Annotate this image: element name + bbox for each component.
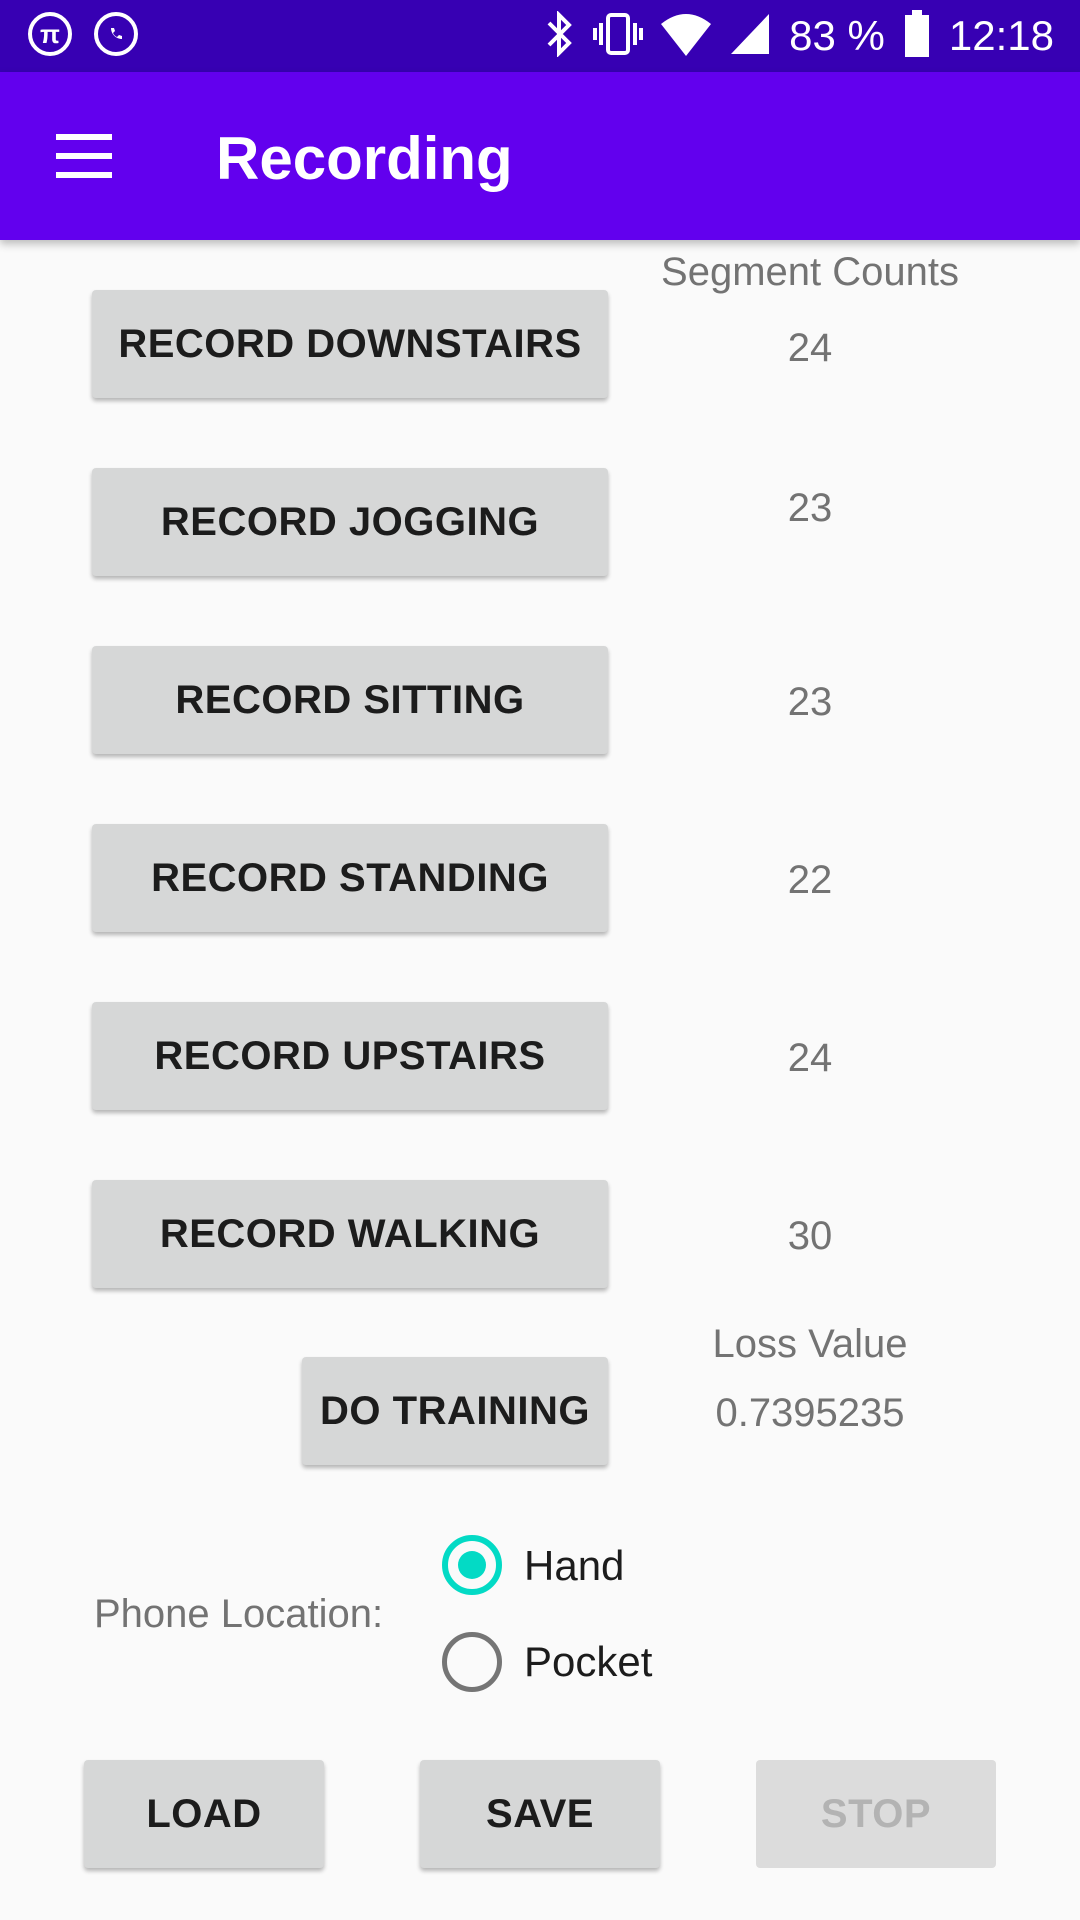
pi-icon: π [28, 12, 72, 56]
status-bar: π 83 % 12:18 [0, 0, 1080, 72]
stop-button: STOP [756, 1760, 996, 1868]
save-button[interactable]: SAVE [420, 1760, 660, 1868]
hand-radio-label[interactable]: Hand [524, 1542, 624, 1590]
do-training-button[interactable]: DO TRAINING [302, 1357, 608, 1465]
battery-icon [903, 9, 931, 63]
segment-counts-header: Segment Counts [661, 250, 959, 294]
standing-count: 22 [787, 858, 833, 902]
cell-signal-icon [729, 12, 771, 61]
record-standing-button[interactable]: RECORD STANDING [92, 824, 608, 932]
sitting-count: 23 [787, 680, 833, 724]
hamburger-menu-icon[interactable] [56, 134, 112, 178]
jogging-count: 23 [787, 486, 833, 530]
clock: 12:18 [948, 12, 1054, 59]
pocket-radio[interactable] [442, 1632, 502, 1692]
loss-value-header: Loss Value [712, 1322, 908, 1366]
page-title: Recording [216, 125, 513, 192]
record-sitting-button[interactable]: RECORD SITTING [92, 646, 608, 754]
upstairs-count: 24 [787, 1036, 833, 1080]
vibrate-icon [593, 11, 644, 62]
whatsapp-icon [94, 12, 138, 56]
app-bar: Recording [0, 72, 1080, 240]
record-walking-button[interactable]: RECORD WALKING [92, 1180, 608, 1288]
record-downstairs-button[interactable]: RECORD DOWNSTAIRS [92, 290, 608, 398]
walking-count: 30 [787, 1214, 833, 1258]
downstairs-count: 24 [787, 326, 833, 370]
phone-location-label: Phone Location: [94, 1592, 384, 1636]
battery-percent: 83 % [789, 12, 885, 59]
loss-value: 0.7395235 [715, 1391, 905, 1435]
record-upstairs-button[interactable]: RECORD UPSTAIRS [92, 1002, 608, 1110]
record-jogging-button[interactable]: RECORD JOGGING [92, 468, 608, 576]
hand-radio[interactable] [442, 1535, 502, 1595]
pocket-radio-label[interactable]: Pocket [524, 1638, 652, 1686]
wifi-icon [661, 12, 712, 61]
bluetooth-icon [545, 9, 575, 62]
load-button[interactable]: LOAD [84, 1760, 324, 1868]
